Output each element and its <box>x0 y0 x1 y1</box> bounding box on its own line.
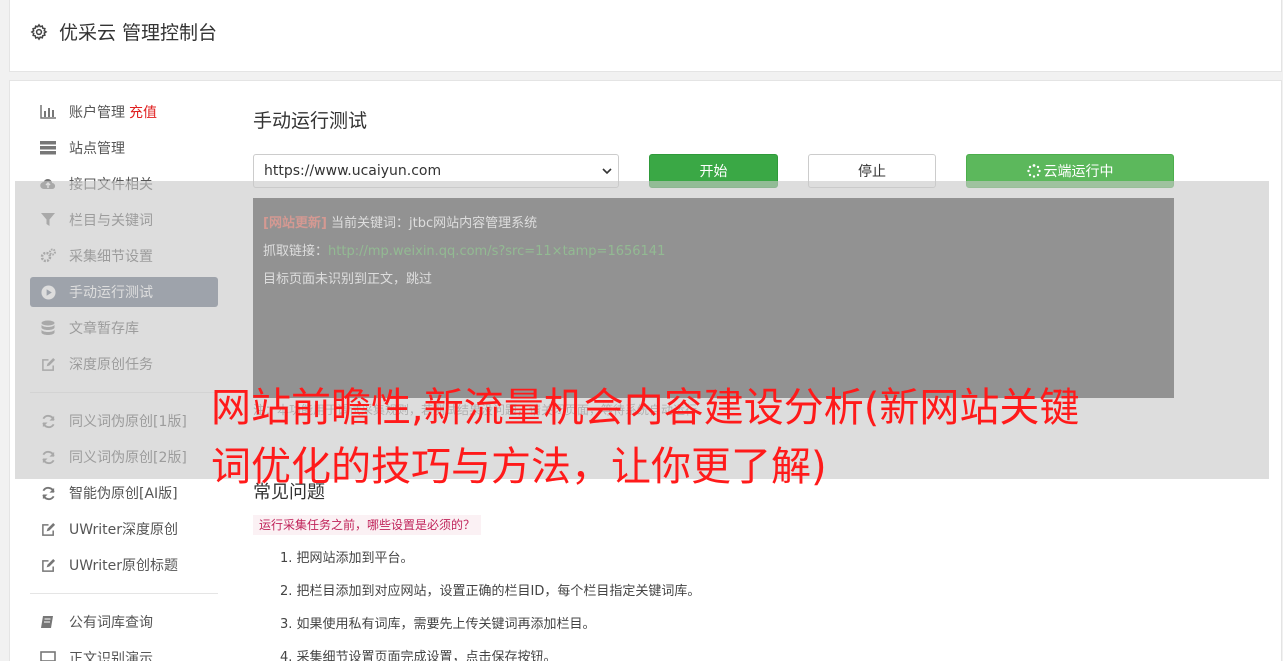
sidebar-item-collect-settings[interactable]: 采集细节设置 <box>30 241 218 271</box>
gear-icon <box>30 23 48 41</box>
sidebar-item-text-recognition[interactable]: 正文识别演示 <box>30 643 218 661</box>
list-item: 2. 把栏目添加到对应网站，设置正确的栏目ID，每个栏目指定关键词库。 <box>280 584 701 599</box>
log-link-label: 抓取链接： <box>263 244 329 259</box>
sidebar-divider <box>30 392 218 393</box>
sidebar-item-deep-original[interactable]: 深度原创任务 <box>30 349 218 379</box>
list-item: 1. 把网站添加到平台。 <box>280 551 414 566</box>
sidebar-item-account[interactable]: 账户管理 充值 <box>30 97 218 127</box>
site-select[interactable]: https://www.ucaiyun.com <box>253 154 619 188</box>
database-icon <box>40 320 56 336</box>
log-tag: [网站更新] <box>263 216 327 231</box>
site-select-value: https://www.ucaiyun.com <box>264 163 442 179</box>
start-button[interactable]: 开始 <box>649 154 778 188</box>
sidebar-item-label: 同义词伪原创[1版] <box>69 414 187 430</box>
run-log-console: [网站更新] 当前关键词：jtbc网站内容管理系统 抓取链接：http://mp… <box>253 198 1174 398</box>
server-icon <box>40 140 56 156</box>
sidebar-item-label: 采集细节设置 <box>69 249 153 265</box>
monitor-icon <box>40 650 56 661</box>
bar-chart-icon <box>40 104 56 120</box>
app-title: 优采云 管理控制台 <box>59 22 218 44</box>
list-item: 4. 采集细节设置页面完成设置，点击保存按钮。 <box>280 650 557 661</box>
sidebar-divider <box>30 593 218 594</box>
sidebar-item-interface-files[interactable]: 接口文件相关 <box>30 169 218 199</box>
main-panel: 账户管理 充值 站点管理 接口文件相关 栏目与关键词 采集细节设置 手动运行测试 <box>9 80 1282 661</box>
page-title: 手动运行测试 <box>253 110 368 132</box>
refresh-icon <box>40 485 56 501</box>
sidebar-item-label: 公有词库查询 <box>69 615 153 631</box>
sidebar-item-ai-rewrite[interactable]: 智能伪原创[AI版] <box>30 478 218 508</box>
edit-icon <box>40 557 56 573</box>
sidebar-item-label: 正文识别演示 <box>69 651 153 661</box>
sidebar-item-manual-run[interactable]: 手动运行测试 <box>30 277 218 307</box>
cloud-run-button[interactable]: 云端运行中 <box>966 154 1174 188</box>
sidebar-item-uwriter-title[interactable]: UWriter原创标题 <box>30 550 218 580</box>
sidebar-item-label: 深度原创任务 <box>69 357 153 373</box>
refresh-icon <box>40 413 56 429</box>
sidebar-item-label: 手动运行测试 <box>69 285 153 301</box>
edit-icon <box>40 356 56 372</box>
spinner-icon <box>1026 164 1041 178</box>
sidebar-item-label: 站点管理 <box>69 141 125 157</box>
chevron-down-icon <box>602 168 612 175</box>
sidebar-item-label: 账户管理 <box>69 105 125 121</box>
recharge-link[interactable]: 充值 <box>129 102 157 122</box>
log-link[interactable]: http://mp.weixin.qq.com/s?src=11×tamp=16… <box>328 244 665 259</box>
sidebar-item-synonym-v1[interactable]: 同义词伪原创[1版] <box>30 406 218 436</box>
cloud-run-label: 云端运行中 <box>1043 164 1114 180</box>
sidebar-item-article-storage[interactable]: 文章暂存库 <box>30 313 218 343</box>
list-item: 3. 如果使用私有词库，需要先上传关键词再添加栏目。 <box>280 617 596 632</box>
cloud-upload-icon <box>40 176 56 192</box>
faq-steps: 1. 把网站添加到平台。 2. 把栏目添加到对应网站，设置正确的栏目ID，每个栏… <box>280 549 700 661</box>
log-line: [网站更新] 当前关键词：jtbc网站内容管理系统 <box>263 210 1164 238</box>
sidebar-item-uwriter-deep[interactable]: UWriter深度原创 <box>30 514 218 544</box>
sidebar-item-label: 接口文件相关 <box>69 177 153 193</box>
gears-icon <box>40 248 56 264</box>
log-line: 目标页面未识别到正文，跳过 <box>263 266 1164 294</box>
sidebar-item-label: 文章暂存库 <box>69 321 139 337</box>
sidebar-item-public-lexicon[interactable]: 公有词库查询 <box>30 607 218 637</box>
sidebar-item-columns-keywords[interactable]: 栏目与关键词 <box>30 205 218 235</box>
log-line: 抓取链接：http://mp.weixin.qq.com/s?src=11×ta… <box>263 238 1164 266</box>
sidebar-item-synonym-v2[interactable]: 同义词伪原创[2版] <box>30 442 218 472</box>
sidebar-item-label: UWriter原创标题 <box>69 558 178 574</box>
log-keyword: 当前关键词：jtbc网站内容管理系统 <box>331 216 538 231</box>
overlay-headline: 网站前瞻性,新流量机会内容建设分析(新网站关键词优化的技巧与方法，让你更了解) <box>211 385 1080 490</box>
sidebar-item-sites[interactable]: 站点管理 <box>30 133 218 163</box>
faq-question: 运行采集任务之前，哪些设置是必须的？ <box>253 515 482 535</box>
book-icon <box>40 614 56 630</box>
top-header: 优采云 管理控制台 <box>9 0 1282 72</box>
sidebar-item-label: 同义词伪原创[2版] <box>69 450 187 466</box>
stop-button[interactable]: 停止 <box>808 154 936 188</box>
sidebar-item-label: 智能伪原创[AI版] <box>69 486 178 502</box>
sidebar-item-label: UWriter深度原创 <box>69 522 178 538</box>
edit-icon <box>40 521 56 537</box>
sidebar-item-label: 栏目与关键词 <box>69 213 153 229</box>
refresh-icon <box>40 449 56 465</box>
play-circle-icon <box>40 284 56 300</box>
log-status: 目标页面未识别到正文，跳过 <box>263 272 433 287</box>
filter-icon <box>40 212 56 228</box>
